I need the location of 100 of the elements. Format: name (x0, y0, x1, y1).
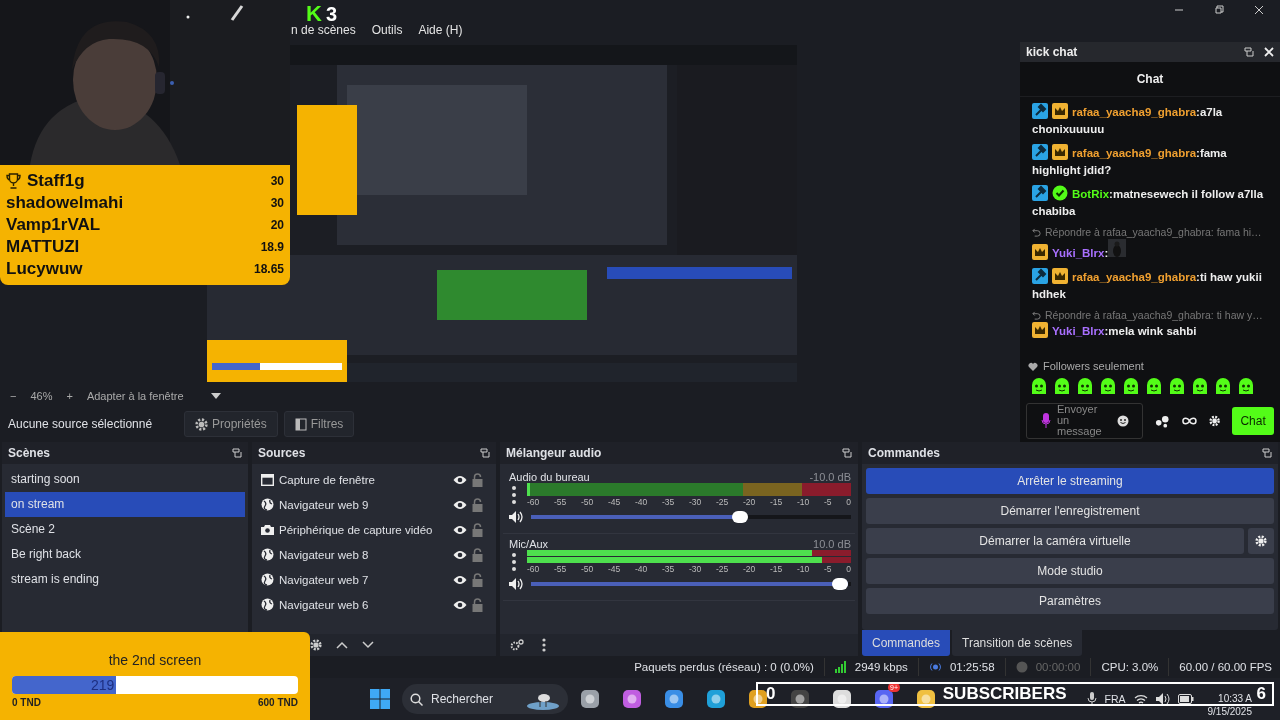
scale-label: -30 (689, 564, 702, 574)
command-button[interactable]: Mode studio (866, 558, 1274, 584)
command-button[interactable]: Paramètres (866, 588, 1274, 614)
message-input[interactable]: Envoyer un message (1026, 403, 1144, 439)
down-icon[interactable] (362, 641, 374, 649)
menu-item[interactable]: Outils (371, 23, 403, 37)
filters-button[interactable]: Filtres (283, 411, 355, 437)
source-name[interactable]: Navigateur web 8 (279, 548, 448, 561)
battery-icon[interactable] (1177, 694, 1194, 704)
zoom-out-button[interactable]: − (10, 390, 17, 402)
emote-icon[interactable] (1122, 378, 1140, 396)
source-name[interactable]: Navigateur web 9 (279, 498, 448, 511)
caret-icon[interactable] (210, 393, 221, 399)
emote-icon[interactable] (1053, 378, 1071, 396)
chat-message: BotRix:matnesewech il follow a7lla chabiba (1032, 185, 1274, 220)
float-icon[interactable] (480, 448, 490, 458)
float-icon[interactable] (1262, 448, 1272, 458)
scene-item[interactable]: Scène 2 (5, 517, 245, 542)
visibility-icon[interactable] (453, 549, 467, 560)
fps-counter: 60.00 / 60.00 FPS (1179, 661, 1272, 673)
lock-icon[interactable] (472, 522, 483, 537)
float-icon[interactable] (1244, 47, 1254, 57)
volume-icon[interactable] (1155, 693, 1170, 705)
source-name[interactable]: Navigateur web 7 (279, 573, 448, 586)
close-icon[interactable] (1254, 5, 1264, 15)
lock-icon[interactable] (472, 547, 483, 562)
clock-time[interactable]: 10:33 A (1218, 692, 1252, 705)
scale-label: -20 (743, 564, 756, 574)
more-icon[interactable] (509, 550, 519, 574)
float-icon[interactable] (232, 448, 242, 458)
leader-score: 30 (270, 196, 284, 210)
emote-icon[interactable] (1030, 378, 1048, 396)
clock-date[interactable]: 9/15/2025 (1207, 705, 1252, 718)
reply-context: Répondre à rafaa_yaacha9_ghabra: fama hi… (1045, 226, 1262, 238)
scene-item[interactable]: stream is ending (5, 567, 245, 592)
scale-label: -15 (770, 497, 783, 507)
heart-icon (1028, 361, 1038, 371)
scale-label: -25 (716, 497, 729, 507)
emote-icon[interactable] (1145, 378, 1163, 396)
more-icon[interactable] (509, 483, 519, 507)
language-indicator[interactable]: FRA (1104, 693, 1126, 705)
globe-icon (261, 548, 274, 561)
source-name[interactable]: Périphérique de capture vidéo (279, 523, 448, 536)
dock-tab[interactable]: Commandes (862, 630, 951, 656)
search-field[interactable]: Rechercher (402, 684, 568, 714)
visibility-icon[interactable] (453, 599, 467, 610)
camera-icon (261, 524, 274, 535)
logo-mark: K (306, 3, 322, 25)
scene-item[interactable]: on stream (5, 492, 245, 517)
command-button[interactable]: Démarrer la caméra virtuelle (866, 528, 1244, 554)
visibility-icon[interactable] (453, 574, 467, 585)
scale-dropdown[interactable]: Adapter à la fenêtre (86, 390, 197, 402)
lock-icon[interactable] (472, 572, 483, 587)
lock-icon[interactable] (472, 597, 483, 612)
lock-icon[interactable] (472, 497, 483, 512)
settings-icon[interactable] (310, 639, 322, 651)
verified-badge-icon (1052, 185, 1068, 201)
lock-icon[interactable] (472, 472, 483, 487)
command-button[interactable]: Arrêter le streaming (866, 468, 1274, 494)
up-icon[interactable] (336, 641, 348, 649)
scale-label: 0 (846, 497, 851, 507)
visibility-icon[interactable] (453, 499, 467, 510)
emote-icon[interactable] (1099, 378, 1117, 396)
menu-item[interactable]: Aide (H) (418, 23, 463, 37)
scene-item[interactable]: Be right back (5, 542, 245, 567)
mic-icon[interactable] (1086, 692, 1097, 706)
visibility-icon[interactable] (453, 474, 467, 485)
speaker-icon[interactable] (509, 578, 523, 590)
settings-button[interactable] (1248, 528, 1274, 554)
speaker-icon[interactable] (509, 511, 523, 523)
send-button[interactable]: Chat (1232, 407, 1274, 435)
visibility-icon[interactable] (453, 524, 467, 535)
leader-score: 20 (270, 218, 284, 232)
command-button[interactable]: Démarrer l'enregistrement (866, 498, 1274, 524)
chat-message: Yuki_Blrx:mela wink sahbi (1032, 322, 1274, 340)
globe-icon (261, 498, 274, 511)
maximize-icon[interactable] (1214, 5, 1224, 15)
record-time: 00:00:00 (1035, 661, 1081, 673)
source-name[interactable]: Capture de fenêtre (279, 473, 448, 486)
emote-icon[interactable] (1076, 378, 1094, 396)
smiley-icon[interactable] (1117, 415, 1129, 427)
start-icon[interactable] (370, 689, 390, 709)
emote-icon[interactable] (1168, 378, 1186, 396)
properties-button[interactable]: Propriétés (184, 411, 278, 437)
record-icon (1015, 661, 1028, 673)
wifi-icon[interactable] (1133, 693, 1148, 705)
dots-icon[interactable] (1155, 414, 1171, 428)
emote-icon[interactable] (1214, 378, 1232, 396)
zoom-in-button[interactable]: + (66, 390, 73, 402)
scene-item[interactable]: starting soon (5, 467, 245, 492)
emote-icon[interactable] (1237, 378, 1255, 396)
float-icon[interactable] (842, 448, 852, 458)
menu-item[interactable]: n de scènes (291, 23, 356, 37)
infinity-icon[interactable] (1182, 416, 1197, 426)
emote-icon[interactable] (1191, 378, 1209, 396)
more-icon[interactable] (542, 638, 546, 652)
source-name[interactable]: Navigateur web 6 (279, 598, 448, 611)
settings-icon[interactable] (510, 639, 524, 651)
stream-time: 01:25:58 (949, 661, 995, 673)
dock-tab[interactable]: Transition de scènes (952, 630, 1083, 656)
